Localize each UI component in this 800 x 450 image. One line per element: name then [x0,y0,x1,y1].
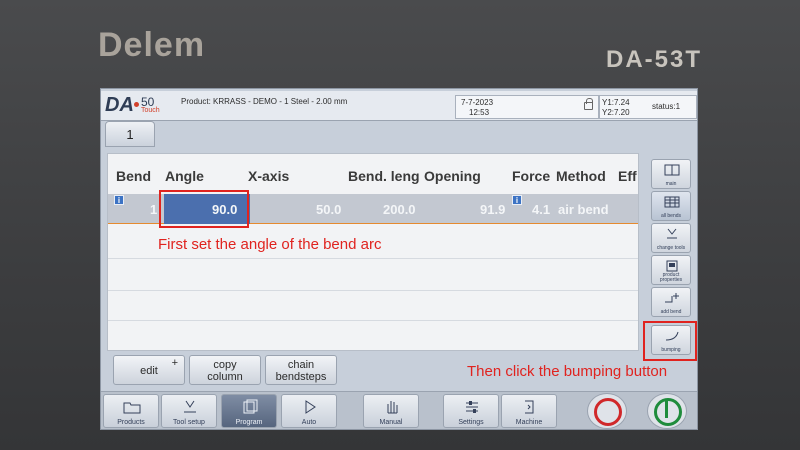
row-divider [108,290,638,291]
header-bar: DA 50 Touch Product: KRRASS - DEMO - 1 S… [101,91,697,121]
stop-icon [594,398,622,426]
y2-value: Y2:7.20 [602,108,630,117]
product-properties-button[interactable]: product properties [651,255,691,285]
chain-bendsteps-label: chain bendsteps [275,359,327,383]
logo-touch: Touch [141,107,160,114]
start-button[interactable] [647,393,687,429]
main-button[interactable]: main [651,159,691,189]
nav-products-label: Products [117,419,145,426]
copy-column-button[interactable]: copy column [189,355,261,385]
info-icon[interactable]: i [114,195,124,205]
change-tools-button[interactable]: change tools [651,223,691,253]
settings-icon [466,401,478,413]
product-properties-label: product properties [659,272,683,283]
folder-icon [123,402,141,414]
angle-annotation: First set the angle of the bend arc [158,236,382,253]
cell-opening[interactable]: 91.9 [480,202,505,217]
add-bend-icon [665,293,679,303]
add-bend-button[interactable]: add bend [651,287,691,317]
cell-x-axis[interactable]: 50.0 [316,202,341,217]
copy-column-label: copy column [207,359,243,383]
col-header-eff: Eff [618,168,637,184]
cell-bend-length[interactable]: 200.0 [383,202,416,217]
cell-method[interactable]: air bend [558,202,609,217]
logo-dot [134,102,139,107]
nav-program-label: Program [235,419,263,426]
bumping-highlight-box [643,321,697,361]
stop-button[interactable] [587,393,627,429]
nav-auto-label: Auto [301,419,317,426]
tool-setup-icon [184,400,196,413]
program-icon [243,399,258,414]
nav-machine[interactable]: Machine [501,394,557,428]
add-bend-label: add bend [660,309,682,315]
bottom-nav: Products Tool setup Program Auto Manual … [101,391,697,429]
start-icon [654,398,682,426]
nav-manual-label: Manual [379,419,403,426]
datetime-box: 7-7-2023 12:53 [455,95,599,119]
product-info: Product: KRRASS - DEMO - 1 Steel - 2.00 … [181,97,348,106]
nav-settings-label: Settings [458,419,484,426]
col-header-x-axis: X-axis [248,168,290,184]
lock-icon[interactable] [584,98,593,110]
col-header-method: Method [556,168,606,184]
y1-value: Y1:7.24 [602,98,630,107]
touch-screen: DA 50 Touch Product: KRRASS - DEMO - 1 S… [100,88,698,430]
nav-machine-label: Machine [515,419,543,426]
da-logo: DA 50 Touch [105,94,177,116]
bumping-annotation: Then click the bumping button [467,363,668,380]
start-bar [665,401,668,418]
plus-icon: + [171,357,178,369]
col-header-bend-length: Bend. leng [348,168,420,184]
nav-auto[interactable]: Auto [281,394,337,428]
edit-button[interactable]: edit + [113,355,185,385]
chain-bendsteps-button[interactable]: chain bendsteps [265,355,337,385]
brand-logo: Delem [98,26,206,64]
col-header-bend: Bend [116,168,151,184]
main-view-icon [664,164,680,176]
status-value: status:1 [652,102,681,111]
all-bends-button[interactable]: all bends [651,191,691,221]
row-divider [108,320,638,321]
nav-tool-setup-label: Tool setup [173,419,205,426]
col-header-opening: Opening [424,168,481,184]
bends-table: Bend Angle X-axis Bend. leng Opening For… [107,153,639,351]
date-text: 7-7-2023 [461,98,494,107]
nav-settings[interactable]: Settings [443,394,499,428]
logo-da-text: DA [105,94,134,116]
info-icon[interactable]: i [512,195,522,205]
nav-manual[interactable]: Manual [363,394,419,428]
axis-status-box: Y1:7.24 Y2:7.20 status:1 [599,95,697,119]
angle-highlight-box [159,190,249,228]
change-tools-label: change tools [656,245,686,251]
cell-force[interactable]: 4.1 [532,202,550,217]
hand-icon [387,401,398,414]
change-tools-icon [667,228,677,239]
col-header-angle: Angle [165,168,204,184]
col-header-force: Force [512,168,551,184]
nav-program[interactable]: Program [221,394,277,428]
play-icon [305,400,316,414]
tab-bend-1[interactable]: 1 [105,121,155,147]
all-bends-label: all bends [660,213,681,219]
all-bends-icon [664,196,680,208]
row-divider [108,258,638,259]
nav-tool-setup[interactable]: Tool setup [161,394,217,428]
machine-icon [525,400,534,414]
time-text: 12:53 [469,108,490,117]
product-properties-icon [666,260,678,272]
model-label: DA-53T [606,46,703,73]
cell-bend: 1 [150,202,158,217]
nav-products[interactable]: Products [103,394,159,428]
main-label: main [665,181,677,187]
